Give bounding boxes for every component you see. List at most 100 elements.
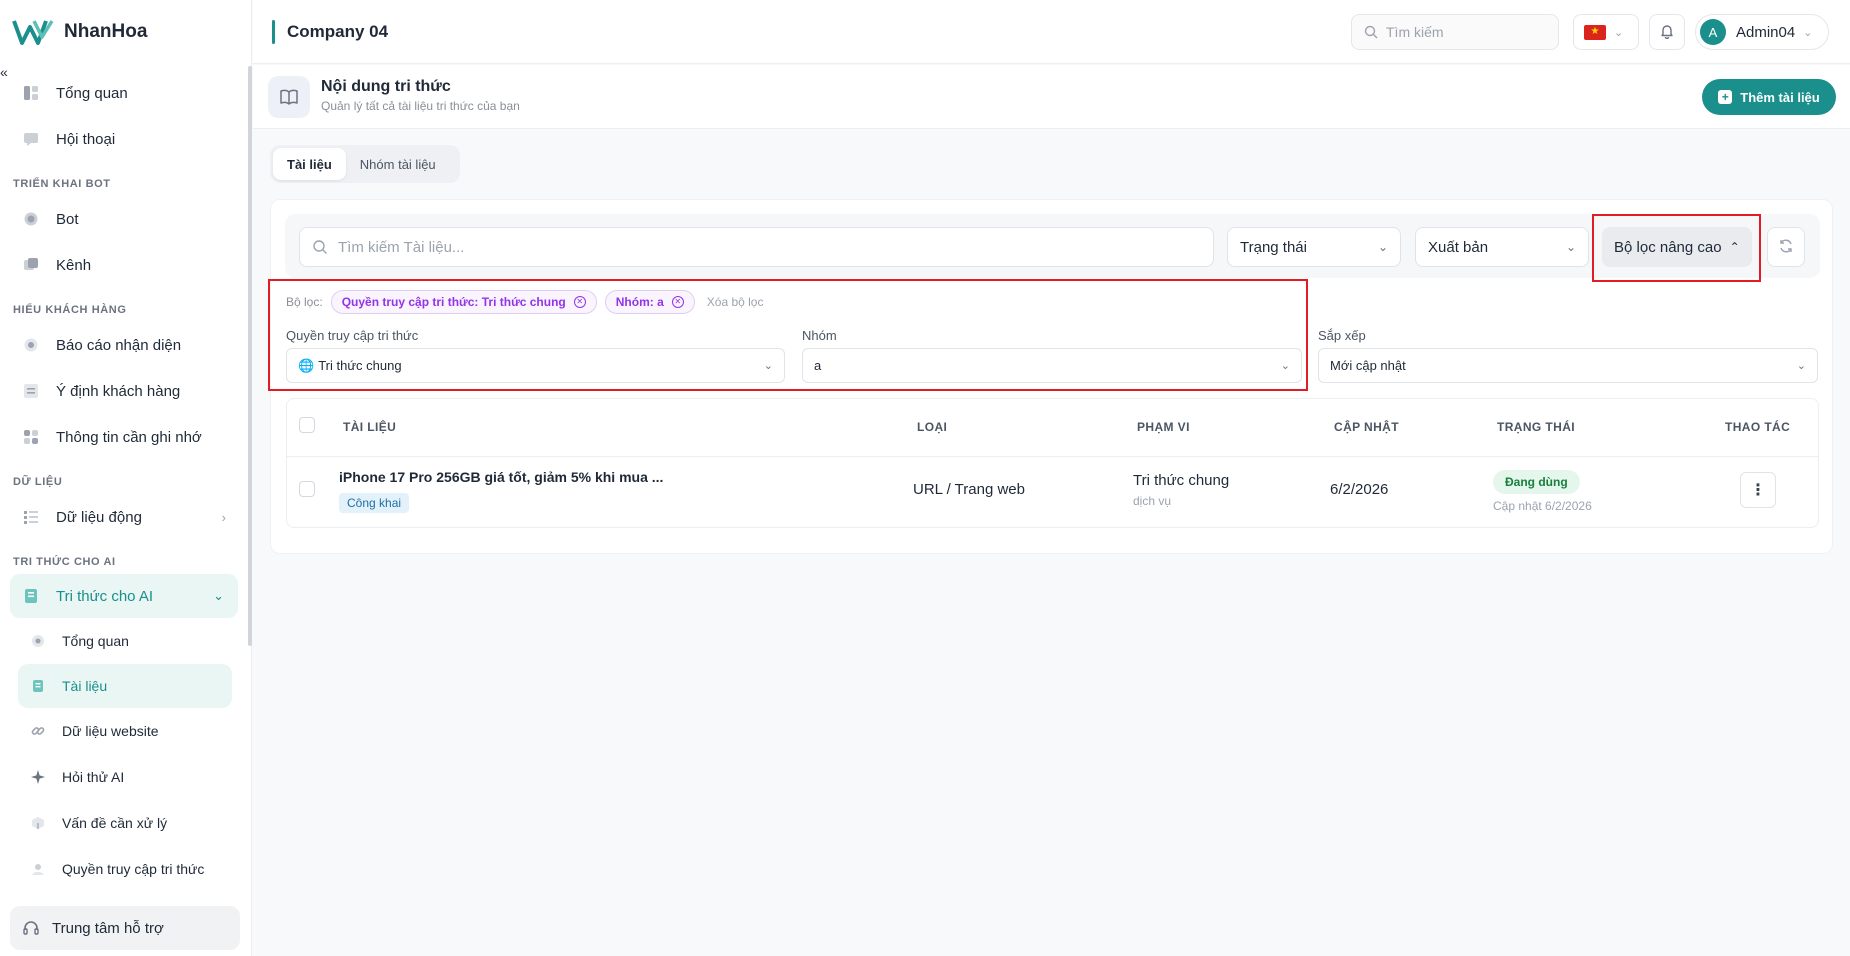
sidebar-item-label: Tri thức cho AI — [56, 587, 154, 605]
brand[interactable]: NhanHoa — [0, 0, 251, 64]
sidebar-item-overview[interactable]: Tổng quan — [0, 70, 248, 116]
document-icon — [30, 678, 46, 694]
sidebar-subitem-label: Dữ liệu website — [62, 723, 159, 739]
status-badge: Đang dùng — [1493, 470, 1580, 494]
knowledge-book-icon — [268, 76, 310, 118]
sidebar-item-bot[interactable]: Bot — [0, 196, 248, 242]
eye-icon — [22, 336, 40, 354]
tab-document-groups[interactable]: Nhóm tài liệu — [346, 148, 450, 180]
bell-icon — [1659, 23, 1675, 42]
header-actions: THAO TÁC — [1725, 420, 1791, 434]
sidebar-item-channel[interactable]: Kênh — [0, 242, 248, 288]
page-title: Nội dung tri thức — [321, 78, 451, 95]
section-ai-knowledge: TRI THỨC CHO AI — [13, 556, 116, 568]
sidebar-subitem-website-data[interactable]: Dữ liệu website — [0, 708, 248, 754]
row-checkbox[interactable] — [299, 481, 315, 497]
sidebar-item-label: Thông tin cần ghi nhớ — [56, 428, 202, 446]
status-select[interactable]: Trạng thái ⌄ — [1227, 227, 1401, 267]
section-understand-customer: HIỂU KHÁCH HÀNG — [13, 304, 127, 316]
sidebar-item-label: Bot — [56, 210, 79, 228]
visibility-badge: Công khai — [339, 493, 410, 513]
document-search-placeholder: Tìm kiếm Tài liệu... — [338, 238, 465, 256]
publish-select[interactable]: Xuất bản ⌄ — [1415, 227, 1589, 267]
header-status: TRẠNG THÁI — [1497, 420, 1575, 434]
company-title: Company 04 — [287, 22, 389, 41]
section-deploy-bot: TRIỂN KHAI BOT — [13, 178, 111, 190]
sidebar-subitem-issues[interactable]: Vấn đề cần xử lý — [0, 800, 248, 846]
sidebar-item-label: Tổng quan — [56, 84, 128, 102]
sparkle-icon — [30, 769, 46, 785]
chevron-down-icon: ⌄ — [1377, 240, 1388, 254]
channel-icon — [22, 256, 40, 274]
sidebar-item-recognition-report[interactable]: Báo cáo nhận diện — [0, 322, 248, 368]
link-icon — [30, 723, 46, 739]
sidebar-nav: Tổng quan Hội thoại TRIỂN KHAI BOT Bot K… — [0, 70, 248, 892]
sidebar-item-conversations[interactable]: Hội thoại — [0, 116, 248, 162]
support-center-button[interactable]: Trung tâm hỗ trợ — [10, 906, 240, 950]
sort-field-label: Sắp xếp — [1318, 328, 1366, 343]
document-search-input[interactable]: Tìm kiếm Tài liệu... — [299, 227, 1214, 267]
sort-select[interactable]: Mới cập nhật ⌄ — [1318, 348, 1818, 383]
user-name: Admin04 — [1736, 23, 1796, 41]
sidebar-item-label: Kênh — [56, 256, 92, 274]
sidebar-item-memory-info[interactable]: Thông tin cần ghi nhớ — [0, 414, 248, 460]
document-title[interactable]: iPhone 17 Pro 256GB giá tốt, giảm 5% khi… — [339, 469, 663, 485]
select-all-checkbox[interactable] — [299, 417, 315, 433]
tab-documents[interactable]: Tài liệu — [273, 148, 346, 180]
header-document: TÀI LIỆU — [343, 420, 397, 434]
highlight-box-advanced-filter — [1592, 214, 1761, 282]
sort-select-value: Mới cập nhật — [1330, 358, 1406, 373]
add-document-label: Thêm tài liệu — [1740, 89, 1820, 105]
sidebar-item-dynamic-data[interactable]: Dữ liệu động › — [0, 494, 248, 540]
page-subtitle: Quản lý tất cả tài liệu tri thức của bạn — [321, 99, 520, 113]
search-icon — [312, 239, 328, 255]
global-search-input[interactable]: Tìm kiếm — [1351, 14, 1559, 50]
sidebar-subitem-access[interactable]: Quyền truy cập tri thức — [0, 846, 248, 892]
language-selector[interactable]: ★ ⌄ — [1573, 14, 1639, 50]
sidebar-item-label: Hội thoại — [56, 130, 116, 148]
document-type: URL / Trang web — [913, 481, 1025, 498]
row-actions-button[interactable]: ⋮ — [1740, 472, 1776, 508]
sidebar-subitem-label: Hỏi thử AI — [62, 769, 125, 785]
vietnam-flag-icon: ★ — [1584, 24, 1606, 40]
sidebar-scrollbar[interactable] — [248, 66, 252, 646]
chevron-down-icon: ⌄ — [1796, 360, 1806, 372]
company-name: Company 04 — [272, 20, 388, 44]
publish-select-value: Xuất bản — [1428, 238, 1489, 256]
section-data: DỮ LIỆU — [13, 476, 63, 488]
document-tabs: Tài liệu Nhóm tài liệu — [270, 145, 460, 183]
header-updated: CẬP NHẬT — [1334, 420, 1399, 434]
avatar: A — [1700, 19, 1726, 45]
lock-icon — [30, 861, 46, 877]
status-select-value: Trạng thái — [1240, 238, 1307, 256]
book-icon — [22, 587, 40, 605]
sidebar-subitem-label: Tổng quan — [62, 633, 129, 649]
sidebar-subitem-ask-ai[interactable]: Hỏi thử AI — [0, 754, 248, 800]
sidebar-item-customer-intent[interactable]: Ý định khách hàng — [0, 368, 248, 414]
chat-icon — [22, 130, 40, 148]
refresh-button[interactable] — [1767, 227, 1805, 267]
list-icon — [22, 382, 40, 400]
refresh-icon — [1778, 238, 1794, 257]
table-header: TÀI LIỆU LOẠI PHẠM VI CẬP NHẬT TRẠNG THÁ… — [287, 399, 1818, 457]
chevron-down-icon: ⌄ — [1614, 26, 1624, 39]
plus-icon: + — [1718, 90, 1733, 104]
sidebar: NhanHoa « Tổng quan Hội thoại TRIỂN KHAI… — [0, 0, 252, 956]
sidebar-item-ai-knowledge[interactable]: Tri thức cho AI ⌄ — [10, 574, 238, 618]
topbar: Company 04 Tìm kiếm ★ ⌄ A Admin04 ⌄ — [253, 0, 1850, 64]
sidebar-subitem-label: Quyền truy cập tri thức — [62, 861, 205, 877]
dynamic-data-icon — [22, 508, 40, 526]
headset-icon — [22, 919, 40, 937]
document-updated: 6/2/2026 — [1330, 481, 1389, 498]
support-center-label: Trung tâm hỗ trợ — [52, 919, 164, 937]
global-search-placeholder: Tìm kiếm — [1386, 24, 1444, 40]
table-row[interactable]: iPhone 17 Pro 256GB giá tốt, giảm 5% khi… — [287, 457, 1818, 527]
user-menu[interactable]: A Admin04 ⌄ — [1695, 14, 1829, 50]
header-scope: PHẠM VI — [1137, 420, 1190, 434]
document-scope-sub: dịch vụ — [1133, 494, 1172, 508]
more-vertical-icon: ⋮ — [1750, 482, 1766, 499]
add-document-button[interactable]: + Thêm tài liệu — [1702, 79, 1836, 115]
sidebar-subitem-overview[interactable]: Tổng quan — [0, 618, 248, 664]
notifications-button[interactable] — [1649, 14, 1685, 50]
sidebar-subitem-documents[interactable]: Tài liệu — [18, 664, 232, 708]
